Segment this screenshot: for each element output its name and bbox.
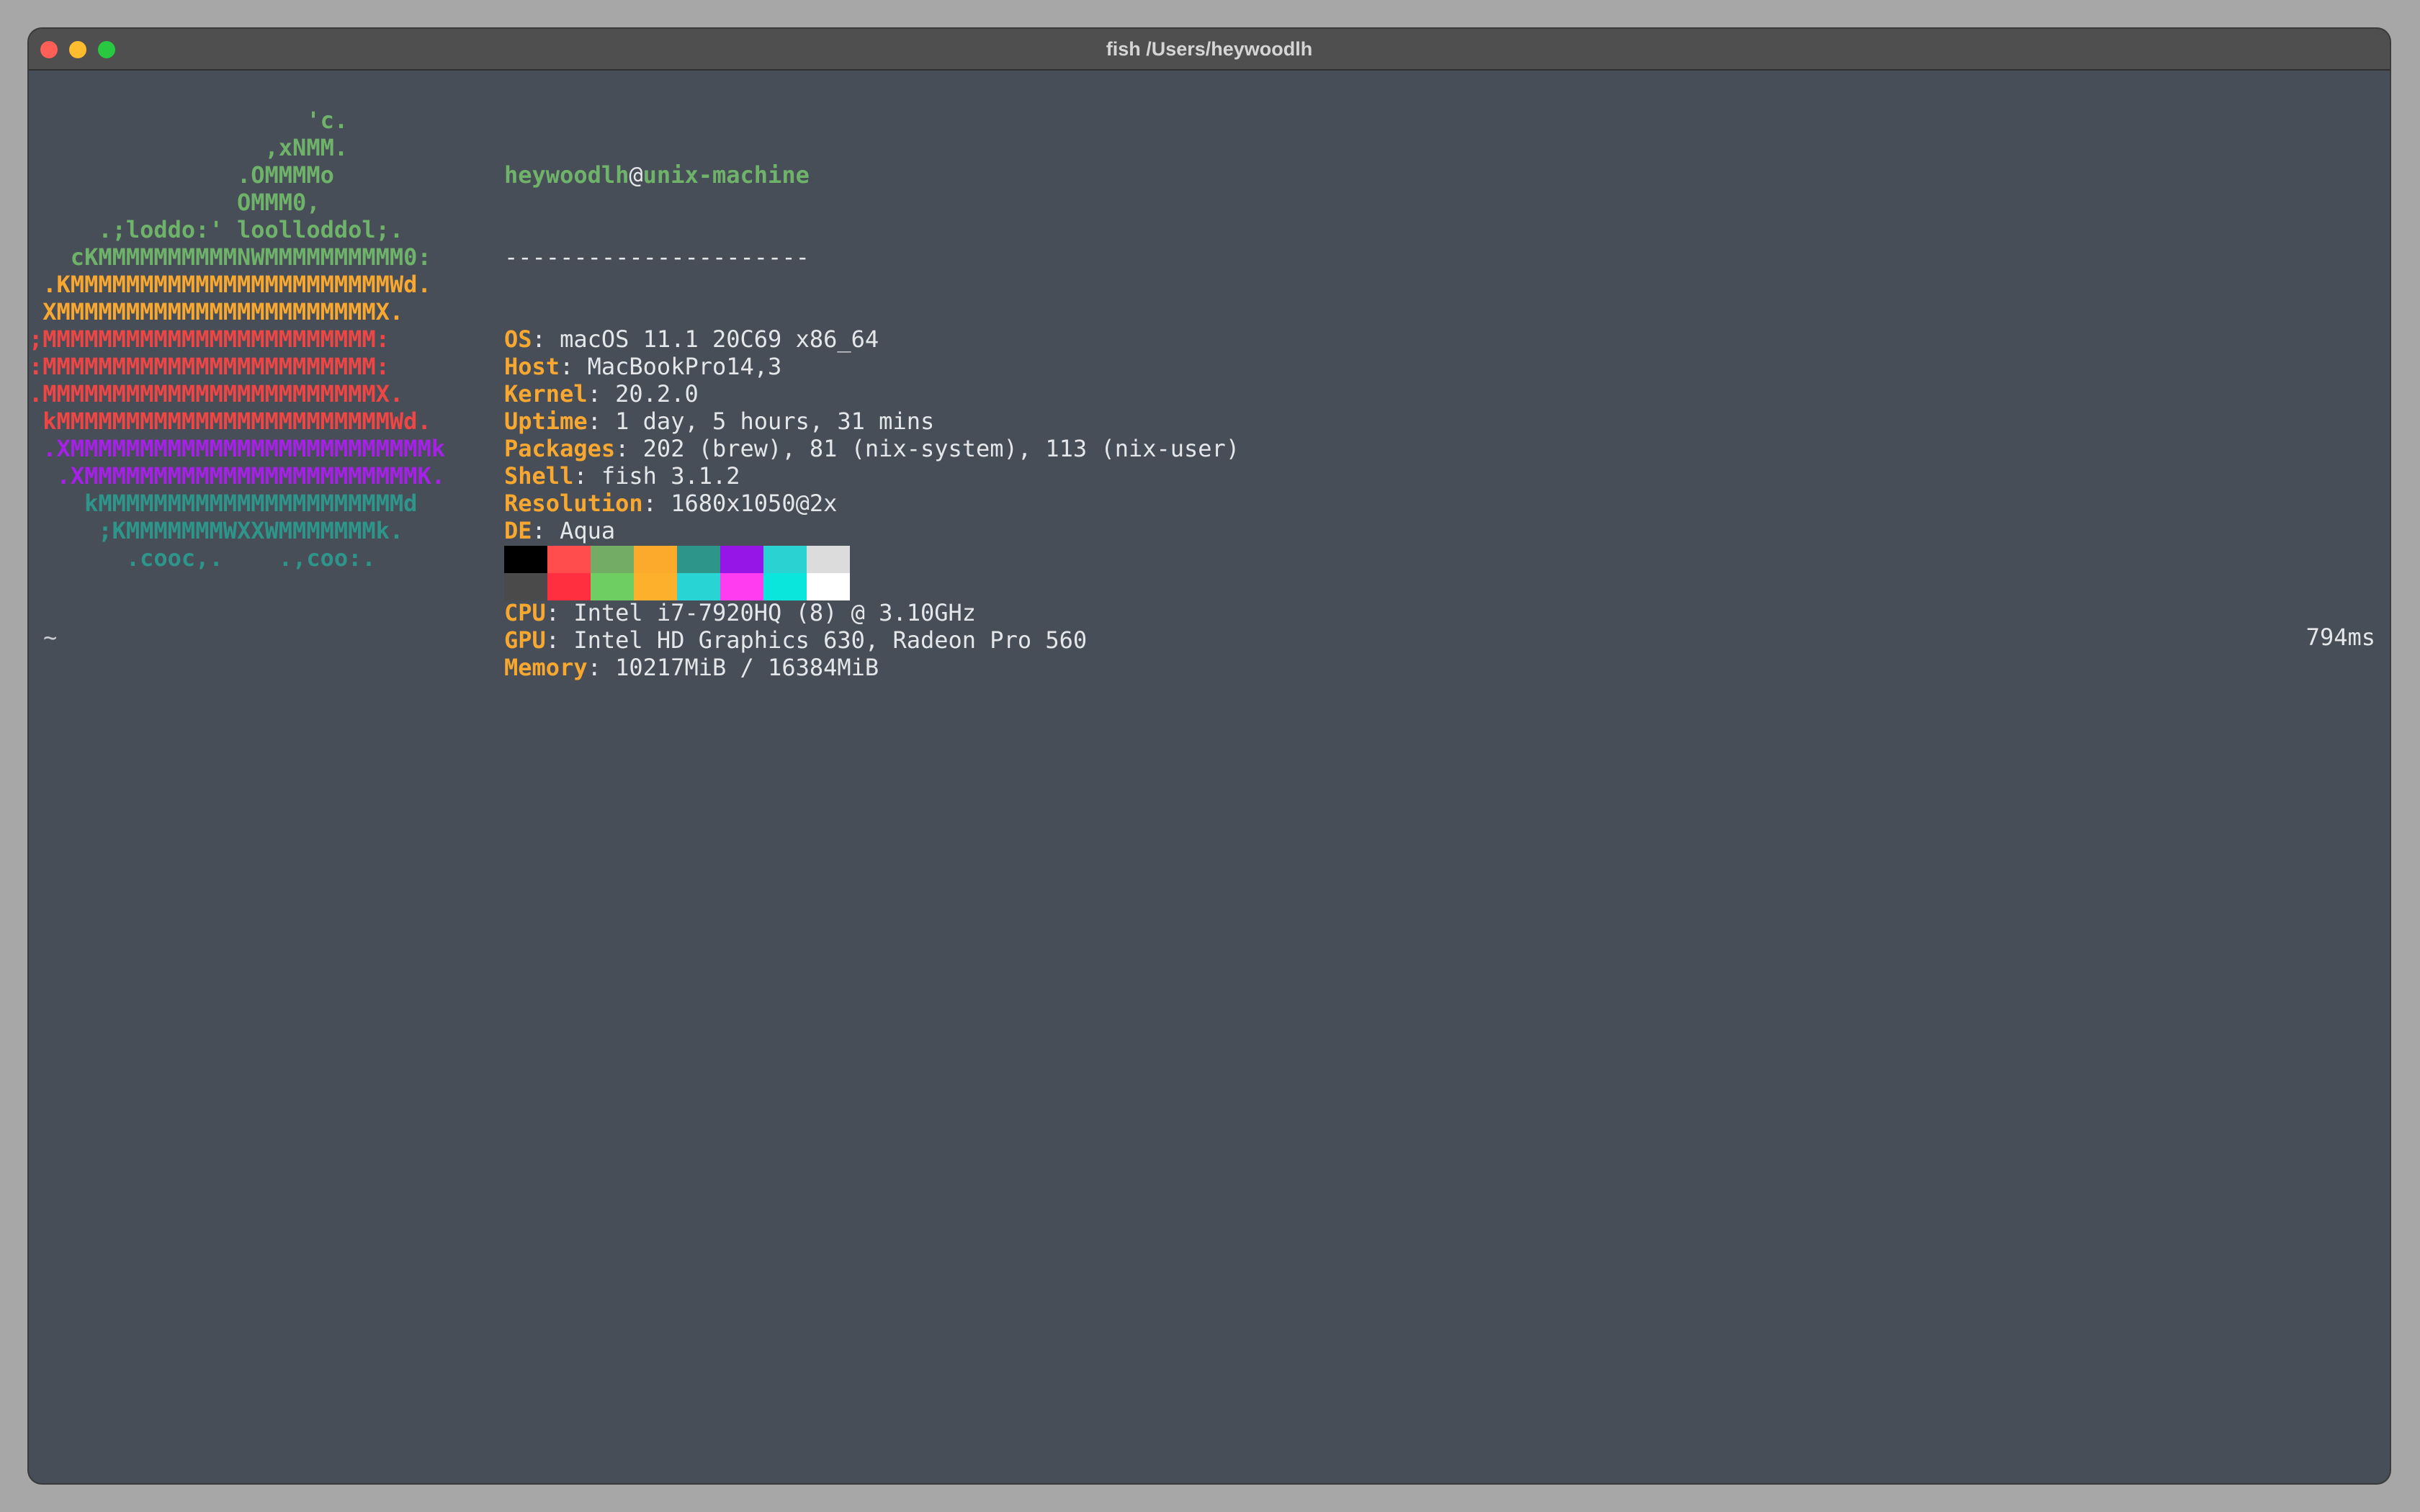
info-value: 202 (brew), 81 (nix-system), 113 (nix-us…: [642, 435, 1240, 462]
info-key: Shell: [504, 462, 574, 490]
info-row: GPU: Intel HD Graphics 630, Radeon Pro 5…: [504, 626, 1240, 654]
at-sign: @: [629, 161, 643, 189]
logo-line: .;loddo:' loolloddol;.: [29, 216, 404, 243]
color-swatch-bright-7: [807, 573, 850, 600]
separator-line: ----------------------: [504, 243, 810, 271]
prompt-cwd: ~: [43, 624, 58, 651]
logo-line: OMMM0,: [29, 189, 321, 216]
logo-line: kMMMMMMMMMMMMMMMMMMMMMMMMWd.: [29, 408, 431, 435]
info-row: Uptime: 1 day, 5 hours, 31 mins: [504, 408, 1240, 435]
info-colon: :: [560, 353, 588, 380]
info-value: 10217MiB / 16384MiB: [615, 654, 879, 681]
logo-line: .XMMMMMMMMMMMMMMMMMMMMMMMMMMk: [29, 435, 445, 462]
logo-line: .KMMMMMMMMMMMMMMMMMMMMMMMWd.: [29, 271, 431, 298]
info-key: DE: [504, 517, 532, 544]
color-swatch-normal-4: [677, 546, 720, 573]
info-value: 20.2.0: [615, 380, 699, 408]
apple-ascii-logo: 'c. ,xNMM. .OMMMMo OMMM0, .;loddo:' lool…: [29, 107, 504, 572]
info-row: Memory: 10217MiB / 16384MiB: [504, 654, 1240, 681]
info-colon: :: [642, 490, 671, 517]
logo-line: cKMMMMMMMMMMNWMMMMMMMMMM0:: [29, 243, 431, 271]
info-value: macOS 11.1 20C69 x86_64: [560, 325, 879, 353]
user-host-line: heywoodlh@unix-machine: [504, 161, 1240, 189]
info-key: CPU: [504, 599, 546, 626]
color-swatch-normal-7: [807, 546, 850, 573]
info-colon: :: [615, 435, 643, 462]
command-duration: 794ms: [2305, 624, 2375, 651]
info-row: CPU: Intel i7-7920HQ (8) @ 3.10GHz: [504, 599, 1240, 626]
info-row: OS: macOS 11.1 20C69 x86_64: [504, 325, 1240, 353]
system-info: heywoodlh@unix-machine -----------------…: [504, 107, 1240, 736]
window-title: fish /Users/heywoodlh: [1106, 38, 1313, 60]
color-swatch-bright-0: [504, 573, 547, 600]
color-swatch-bright-2: [591, 573, 634, 600]
color-swatch-bright-4: [677, 573, 720, 600]
info-value: Intel HD Graphics 630, Radeon Pro 560: [573, 626, 1088, 654]
color-swatch-normal-1: [547, 546, 591, 573]
logo-line: XMMMMMMMMMMMMMMMMMMMMMMMX.: [29, 298, 404, 325]
info-key: Kernel: [504, 380, 588, 408]
color-swatch-bright-1: [547, 573, 591, 600]
info-fields: OS: macOS 11.1 20C69 x86_64 Host: MacBook…: [504, 325, 1240, 681]
color-swatch-bright-5: [720, 573, 763, 600]
info-value: MacBookPro14,3: [587, 353, 782, 380]
info-row: DE: Aqua: [504, 517, 1240, 544]
logo-line: 'c.: [29, 107, 349, 134]
info-value: fish 3.1.2: [601, 462, 740, 490]
info-row: Kernel: 20.2.0: [504, 380, 1240, 408]
info-colon: :: [545, 626, 574, 654]
info-colon: :: [587, 654, 616, 681]
logo-line: :MMMMMMMMMMMMMMMMMMMMMMMM:: [29, 353, 390, 380]
color-swatch-normal-0: [504, 546, 547, 573]
info-key: OS: [504, 325, 532, 353]
info-value: 1680x1050@2x: [671, 490, 838, 517]
info-row: Shell: fish 3.1.2: [504, 462, 1240, 490]
logo-line: ,xNMM.: [29, 134, 349, 161]
info-key: Packages: [504, 435, 616, 462]
info-key: Host: [504, 353, 560, 380]
logo-line: .XMMMMMMMMMMMMMMMMMMMMMMMMK.: [29, 462, 445, 490]
username: heywoodlh: [504, 161, 629, 189]
terminal-content[interactable]: 'c. ,xNMM. .OMMMMo OMMM0, .;loddo:' lool…: [29, 71, 2390, 1483]
color-swatch-bright-6: [763, 573, 807, 600]
logo-line: ;KMMMMMMMWXXWMMMMMMMk.: [29, 517, 404, 544]
info-key: Uptime: [504, 408, 588, 435]
color-palette: [504, 546, 850, 600]
info-colon: :: [587, 380, 616, 408]
info-row: Resolution: 1680x1050@2x: [504, 490, 1240, 517]
info-row: Host: MacBookPro14,3: [504, 353, 1240, 380]
logo-line: ;MMMMMMMMMMMMMMMMMMMMMMMM:: [29, 325, 390, 353]
info-colon: :: [532, 325, 560, 353]
info-key: GPU: [504, 626, 546, 654]
logo-line: .OMMMMo: [29, 161, 334, 189]
info-key: Memory: [504, 654, 588, 681]
info-value: Aqua: [560, 517, 616, 544]
info-row: Packages: 202 (brew), 81 (nix-system), 1…: [504, 435, 1240, 462]
hostname: unix-machine: [642, 161, 810, 189]
color-swatch-normal-3: [634, 546, 677, 573]
info-value: 1 day, 5 hours, 31 mins: [615, 408, 935, 435]
color-swatch-normal-2: [591, 546, 634, 573]
info-colon: :: [573, 462, 601, 490]
color-swatch-normal-6: [763, 546, 807, 573]
color-swatch-normal-5: [720, 546, 763, 573]
logo-line: .cooc,. .,coo:.: [29, 544, 376, 572]
title-bar[interactable]: fish /Users/heywoodlh: [29, 29, 2390, 71]
color-swatch-bright-3: [634, 573, 677, 600]
info-colon: :: [545, 599, 574, 626]
info-colon: :: [532, 517, 560, 544]
info-value: Intel i7-7920HQ (8) @ 3.10GHz: [573, 599, 977, 626]
logo-line: .MMMMMMMMMMMMMMMMMMMMMMMMX.: [29, 380, 404, 408]
terminal-window[interactable]: fish /Users/heywoodlh 'c. ,xNMM. .OMMMMo…: [29, 29, 2390, 1483]
info-key: Resolution: [504, 490, 643, 517]
logo-line: kMMMMMMMMMMMMMMMMMMMMMMd: [29, 490, 418, 517]
info-colon: :: [587, 408, 616, 435]
